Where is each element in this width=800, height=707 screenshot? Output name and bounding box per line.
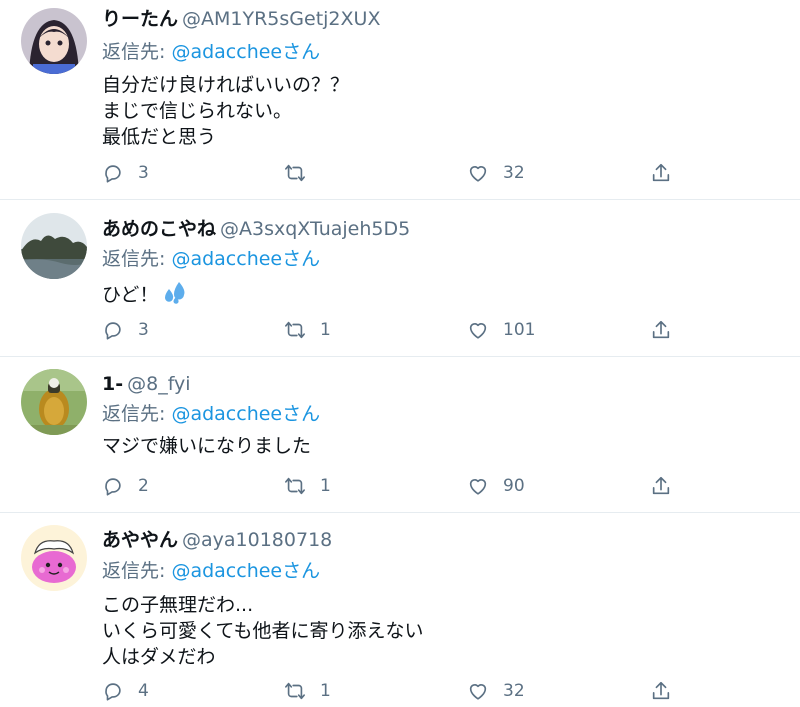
- display-name[interactable]: あめのこやね: [102, 218, 216, 240]
- like-count: 90: [503, 476, 525, 496]
- reply-bubble-icon: [105, 683, 121, 701]
- reply-context: 返信先: @adaccheeさん: [102, 558, 320, 584]
- like-count: 32: [503, 163, 525, 183]
- tweet-1[interactable]: りーたん @AM1YR5sGetj2XUX 返信先: @adaccheeさん 自分…: [0, 0, 800, 200]
- share-button[interactable]: [650, 471, 672, 501]
- reply-button[interactable]: 4: [102, 676, 149, 706]
- avatar-image: [21, 369, 87, 435]
- like-button[interactable]: 101: [467, 315, 535, 345]
- reply-prefix: 返信先:: [102, 403, 172, 425]
- reply-count: 2: [138, 476, 149, 496]
- reply-prefix: 返信先:: [102, 248, 172, 270]
- reply-mention-link[interactable]: @adaccheeさん: [171, 248, 320, 270]
- tweet-text-line: ひど！: [102, 284, 159, 306]
- tweet-4[interactable]: あややん @aya10180718 返信先: @adaccheeさん この子無理だ…: [0, 513, 800, 707]
- share-button[interactable]: [650, 315, 672, 345]
- reply-bubble-icon: [105, 322, 121, 340]
- tweet-text: マジで嫌いになりました: [102, 433, 311, 459]
- reply-mention-link[interactable]: @adaccheeさん: [171, 560, 320, 582]
- like-count: 101: [503, 320, 536, 340]
- tweet-actions: 3 1 101: [0, 315, 800, 345]
- like-count: 32: [503, 681, 525, 701]
- sweat-droplets-icon: [165, 282, 185, 304]
- tweet-header: 1- @8_fyi: [102, 371, 191, 397]
- reply-bubble-icon: [105, 478, 121, 496]
- reply-mention-link[interactable]: @adaccheeさん: [171, 403, 320, 425]
- share-upload-icon: [652, 681, 670, 700]
- retweet-button[interactable]: [284, 158, 320, 188]
- avatar[interactable]: [21, 369, 87, 435]
- tweet-header: あめのこやね @A3sxqXTuajeh5D5: [102, 216, 410, 242]
- user-handle[interactable]: @AM1YR5sGetj2XUX: [182, 8, 380, 30]
- reply-mention-link[interactable]: @adaccheeさん: [171, 41, 320, 63]
- retweet-button[interactable]: 1: [284, 676, 331, 706]
- like-button[interactable]: 32: [467, 676, 525, 706]
- heart-icon: [469, 166, 487, 182]
- heart-icon: [469, 479, 487, 495]
- reply-prefix: 返信先:: [102, 41, 172, 63]
- tweet-text-line: いくら可愛くても他者に寄り添えない: [102, 620, 424, 642]
- tweet-header: あややん @aya10180718: [102, 527, 332, 553]
- reply-count: 3: [138, 320, 149, 340]
- share-upload-icon: [652, 320, 670, 339]
- tweet-actions: 3 32: [0, 158, 800, 188]
- tweet-text: ひど！: [102, 280, 188, 308]
- like-button[interactable]: 90: [467, 471, 525, 501]
- retweet-icon: [285, 164, 305, 182]
- share-button[interactable]: [650, 158, 672, 188]
- retweet-count: 1: [320, 320, 331, 340]
- reply-context: 返信先: @adaccheeさん: [102, 39, 320, 65]
- avatar[interactable]: [21, 525, 87, 591]
- share-button[interactable]: [650, 676, 672, 706]
- user-handle[interactable]: @8_fyi: [127, 373, 190, 395]
- reply-context: 返信先: @adaccheeさん: [102, 246, 320, 272]
- reply-count: 4: [138, 681, 149, 701]
- share-upload-icon: [652, 163, 670, 182]
- avatar[interactable]: [21, 8, 87, 74]
- tweet-text-line: マジで嫌いになりました: [102, 435, 312, 457]
- retweet-count: 1: [320, 476, 331, 496]
- retweet-button[interactable]: 1: [284, 315, 331, 345]
- avatar-image: [21, 525, 87, 591]
- like-button[interactable]: 32: [467, 158, 525, 188]
- tweet-actions: 2 1 90: [0, 471, 800, 501]
- retweet-icon: [285, 321, 305, 339]
- reply-prefix: 返信先:: [102, 560, 172, 582]
- tweet-text-line: 自分だけ良ければいいの？？: [102, 74, 350, 96]
- tweet-text: 自分だけ良ければいいの？？ まじで信じられない。 最低だと思う: [102, 72, 349, 150]
- retweet-count: 1: [320, 681, 331, 701]
- tweet-text-line: 人はダメだわ: [102, 646, 216, 668]
- reply-button[interactable]: 2: [102, 471, 149, 501]
- display-name[interactable]: 1-: [102, 373, 123, 395]
- avatar-image: [21, 213, 87, 279]
- heart-icon: [469, 684, 487, 700]
- tweet-2[interactable]: あめのこやね @A3sxqXTuajeh5D5 返信先: @adaccheeさん …: [0, 200, 800, 357]
- display-name[interactable]: あややん: [102, 529, 178, 551]
- tweet-text-line: この子無理だわ...: [102, 594, 254, 616]
- tweet-actions: 4 1 32: [0, 676, 800, 706]
- tweet-header: りーたん @AM1YR5sGetj2XUX: [102, 6, 380, 32]
- tweet-3[interactable]: 1- @8_fyi 返信先: @adaccheeさん マジで嫌いになりました 2 …: [0, 357, 800, 513]
- tweet-text-line: まじで信じられない。: [102, 100, 293, 122]
- share-upload-icon: [652, 476, 670, 495]
- reply-context: 返信先: @adaccheeさん: [102, 401, 320, 427]
- display-name[interactable]: りーたん: [102, 8, 178, 30]
- reply-button[interactable]: 3: [102, 158, 149, 188]
- reply-button[interactable]: 3: [102, 315, 149, 345]
- reply-count: 3: [138, 163, 149, 183]
- tweet-text-line: 最低だと思う: [102, 126, 217, 148]
- user-handle[interactable]: @aya10180718: [182, 529, 332, 551]
- reply-bubble-icon: [105, 165, 121, 183]
- user-handle[interactable]: @A3sxqXTuajeh5D5: [220, 218, 410, 240]
- retweet-icon: [285, 682, 305, 700]
- retweet-icon: [285, 477, 305, 495]
- heart-icon: [469, 323, 487, 339]
- avatar[interactable]: [21, 213, 87, 279]
- tweet-text: この子無理だわ... いくら可愛くても他者に寄り添えない 人はダメだわ: [102, 592, 423, 670]
- avatar-image: [21, 8, 87, 74]
- retweet-button[interactable]: 1: [284, 471, 331, 501]
